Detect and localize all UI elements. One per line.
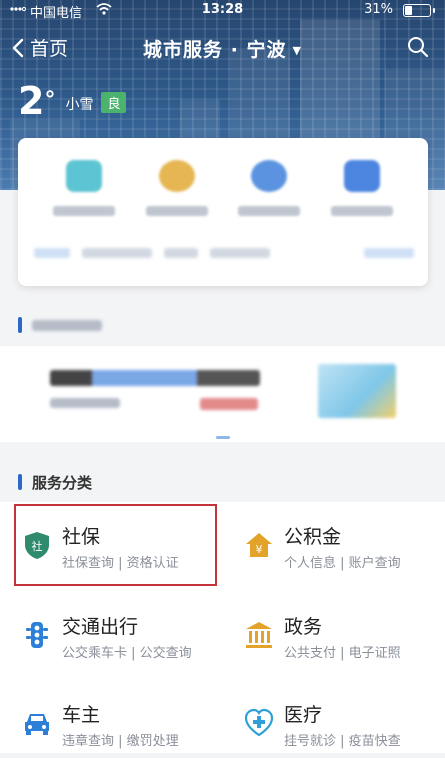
city-selector[interactable]: 城市服务 · 宁波 ▼: [0, 35, 445, 62]
status-bar: 中国电信 13:28 31%: [0, 0, 445, 21]
card-icon: [343, 160, 380, 192]
caret-down-icon: ▼: [292, 44, 302, 57]
service-name: 车主: [62, 704, 101, 726]
blurred-notice-row: [34, 248, 414, 262]
service-name: 政务: [284, 616, 323, 638]
blurred-label: [145, 206, 208, 216]
section-title: 服务分类: [32, 473, 93, 492]
service-name: 交通出行: [62, 616, 139, 638]
service-icon: [251, 160, 288, 192]
blurred-label: [238, 206, 301, 216]
card-icon: [66, 160, 103, 192]
service-desc: 违章查询 | 缴罚处理: [62, 734, 179, 749]
battery-icon: [403, 4, 435, 17]
battery-percent: 31%: [364, 2, 393, 17]
search-icon[interactable]: [407, 36, 429, 58]
nav-bar: 首页 城市服务 · 宁波 ▼: [0, 26, 445, 70]
medical-cross-icon: [244, 708, 274, 737]
section-header-services: 服务分类: [18, 472, 92, 492]
quick-item[interactable]: [137, 160, 217, 216]
blurred-title: [32, 319, 102, 331]
service-desc: 个人信息 | 账户查询: [284, 556, 401, 571]
blurred-tag: [200, 398, 258, 410]
service-name: 公积金: [284, 526, 342, 548]
carousel-indicator: [216, 436, 230, 439]
temperature: 2°: [18, 79, 56, 123]
service-name: 医疗: [284, 704, 323, 726]
service-car-owner[interactable]: 车主 违章查询 | 缴罚处理: [18, 688, 218, 758]
weather-widget[interactable]: 2° 小雪 良: [18, 79, 127, 123]
car-icon: [25, 714, 49, 735]
quick-services-card: [18, 138, 428, 286]
blurred-label: [330, 206, 393, 216]
service-desc: 公交乘车卡 | 公交查询: [62, 646, 192, 661]
section-accent-bar: [18, 317, 22, 333]
feature-banner[interactable]: [0, 346, 445, 442]
service-government[interactable]: 政务 公共支付 | 电子证照: [240, 600, 440, 670]
quick-item[interactable]: [44, 160, 124, 216]
house-icon: [158, 160, 195, 192]
highlight-box: [14, 504, 217, 586]
service-desc: 公共支付 | 电子证照: [284, 646, 401, 661]
service-housing-fund[interactable]: ¥ 公积金 个人信息 | 账户查询: [240, 510, 440, 580]
government-building-icon: [246, 622, 272, 648]
air-quality-badge: 良: [101, 92, 127, 113]
service-transport[interactable]: 交通出行 公交乘车卡 | 公交查询: [18, 600, 218, 670]
service-desc: 挂号就诊 | 疫苗快查: [284, 734, 401, 749]
section-accent-bar: [18, 474, 22, 490]
weather-condition: 小雪: [65, 97, 94, 113]
section-header: [18, 315, 102, 335]
page-title: 城市服务 · 宁波: [143, 39, 287, 61]
blurred-label: [53, 206, 116, 216]
service-medical[interactable]: 医疗 挂号就诊 | 疫苗快查: [240, 688, 440, 758]
blurred-headline: [50, 370, 260, 386]
housing-fund-house-icon: ¥: [246, 533, 272, 557]
traffic-light-icon: [26, 622, 48, 648]
quick-item[interactable]: [322, 160, 402, 216]
quick-item[interactable]: [229, 160, 309, 216]
svg-text:¥: ¥: [256, 543, 263, 556]
blurred-subtitle: [50, 398, 120, 408]
banner-illustration: [318, 364, 396, 418]
